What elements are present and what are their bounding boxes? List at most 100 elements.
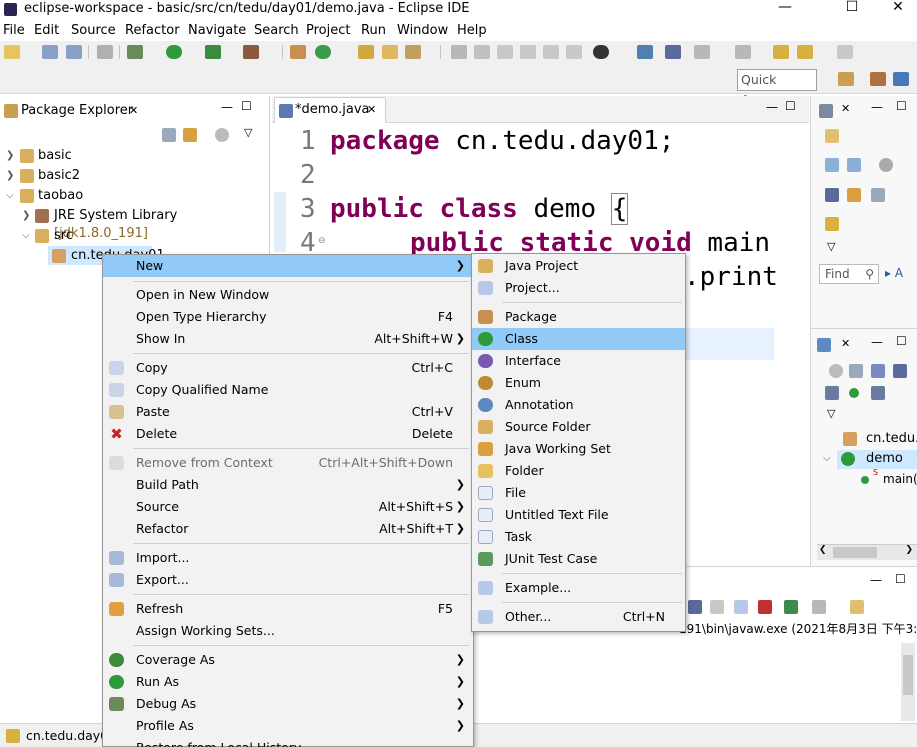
save-icon[interactable] [42,45,58,59]
synchronize-icon[interactable] [825,217,839,231]
tab-package-explorer[interactable]: Package Explorer ✕ [4,98,144,124]
expand-icon[interactable]: ❯ [22,210,30,221]
menu-item-delete[interactable]: ✖ Delete Delete [103,423,473,445]
menu-item-assign-working-sets[interactable]: Assign Working Sets... [103,620,473,642]
run-icon[interactable] [166,45,182,59]
debug-icon[interactable] [127,45,143,59]
whitespace-icon[interactable] [543,45,559,59]
scheduled-icon[interactable] [847,158,861,172]
scrollbar-thumb[interactable] [833,547,877,558]
link-editor-icon[interactable] [183,128,197,142]
task-icon[interactable] [405,45,421,59]
submenu-item-source-folder[interactable]: Source Folder [472,416,685,438]
focus-icon[interactable] [879,158,893,172]
scroll-left-icon[interactable]: ❮ [819,545,827,555]
save-all-icon[interactable] [66,45,82,59]
fold-icon[interactable]: ⊖ [318,236,326,246]
menu-item-debug-as[interactable]: Debug As ❯ [103,693,473,715]
code-line-5[interactable]: .print [684,262,778,292]
terminate-icon[interactable] [688,600,702,614]
view-menu-icon[interactable]: ▽ [827,407,835,420]
menu-item-coverage-as[interactable]: Coverage As ❯ [103,649,473,671]
menu-item-open-new-window[interactable]: Open in New Window [103,284,473,306]
submenu-item-annotation[interactable]: Annotation [472,394,685,416]
collapse-outline-icon[interactable] [849,364,863,378]
maximize-view-icon[interactable]: ☐ [896,334,907,348]
search-icon[interactable] [451,45,467,59]
minimize-view-icon[interactable]: — [871,100,883,114]
all-activate-link[interactable]: ▸ A [885,266,903,280]
menu-item-source[interactable]: Source Alt+Shift+S ❯ [103,496,473,518]
remove-launch-icon[interactable] [710,600,724,614]
tree-item-basic2[interactable]: basic2 [38,167,80,185]
submenu-item-untitled-text-file[interactable]: Untitled Text File [472,504,685,526]
menu-item-refactor[interactable]: Refactor Alt+Shift+T ❯ [103,518,473,540]
task-list-icon[interactable] [819,104,833,118]
minimize-button[interactable]: — [762,0,808,18]
find-input[interactable]: Find ⚲ [819,264,879,284]
submenu-item-enum[interactable]: Enum [472,372,685,394]
outline-item-package[interactable]: cn.tedu.c [866,430,917,448]
menu-item-new[interactable]: New ❯ [103,255,473,277]
maximize-view-icon[interactable]: ☐ [241,99,252,113]
menu-item-copy[interactable]: Copy Ctrl+C [103,357,473,379]
new-java-package-icon[interactable] [290,45,306,59]
display-console-icon[interactable] [812,600,826,614]
maximize-view-icon[interactable]: ☐ [895,572,906,586]
tree-item-jre[interactable]: JRE System Library [jdk1.8.0_191] [54,207,269,243]
close-icon[interactable]: ✕ [841,102,850,115]
scroll-right-icon[interactable]: ❯ [905,545,913,555]
submenu-item-file[interactable]: File [472,482,685,504]
menu-file[interactable]: File [3,22,25,39]
submenu-item-java-working-set[interactable]: Java Working Set [472,438,685,460]
submenu-item-folder[interactable]: Folder [472,460,685,482]
editor-tab-demo[interactable]: *demo.java ✕ [274,97,386,123]
hide-static-icon[interactable] [825,386,839,400]
maximize-view-icon[interactable]: ☐ [896,99,907,113]
java-ee-perspective-icon[interactable] [870,72,886,86]
open-type-icon[interactable] [358,45,374,59]
menu-run[interactable]: Run [361,22,386,39]
outline-item-demo[interactable]: demo [866,450,903,468]
hide-fields-icon[interactable] [829,364,843,378]
submenu-item-example[interactable]: Example... [472,577,685,599]
collapse-icon[interactable]: ⌵ [22,230,30,241]
open-perspective-icon[interactable] [838,72,854,86]
forward-icon[interactable] [837,45,853,59]
close-button[interactable]: ✕ [875,0,917,18]
menu-item-paste[interactable]: Paste Ctrl+V [103,401,473,423]
close-icon[interactable]: ✕ [367,98,376,122]
minimize-view-icon[interactable]: — [870,573,882,587]
prev-annotation-icon[interactable] [735,45,751,59]
outline-icon[interactable] [817,338,831,352]
tree-item-src[interactable]: src [54,227,73,245]
menu-help[interactable]: Help [457,22,487,39]
open-folder-icon[interactable] [382,45,398,59]
scroll-lock-icon[interactable] [758,600,772,614]
menu-edit[interactable]: Edit [34,22,59,39]
code-line-3[interactable]: public class demo { [330,193,629,225]
toggle-mark-icon[interactable] [474,45,490,59]
menu-item-remove-from-context[interactable]: Remove from Context Ctrl+Alt+Shift+Down [103,452,473,474]
new-java-class-icon[interactable] [315,45,331,59]
hide-completed-icon[interactable] [825,188,839,202]
collapse-tasks-icon[interactable] [847,188,861,202]
menu-item-show-in[interactable]: Show In Alt+Shift+W ❯ [103,328,473,350]
expand-icon[interactable]: ❯ [6,170,14,181]
open-console-icon[interactable] [850,600,864,614]
scrollbar-thumb[interactable] [903,655,913,695]
profile-icon[interactable] [593,45,609,59]
hide-nonpublic-icon[interactable] [871,386,885,400]
sort-icon[interactable] [871,364,885,378]
clear-console-icon[interactable] [734,600,748,614]
collapse-all-icon[interactable] [162,128,176,142]
collapse-icon[interactable]: ⌵ [823,453,831,464]
minimize-view-icon[interactable]: — [221,100,233,114]
categorized-icon[interactable] [825,158,839,172]
menu-refactor[interactable]: Refactor [125,22,180,39]
collapse-icon[interactable]: ⌵ [6,190,14,201]
menu-item-run-as[interactable]: Run As ❯ [103,671,473,693]
submenu-item-interface[interactable]: Interface [472,350,685,372]
filter-icon[interactable] [215,128,229,142]
expand-tasks-icon[interactable] [871,188,885,202]
